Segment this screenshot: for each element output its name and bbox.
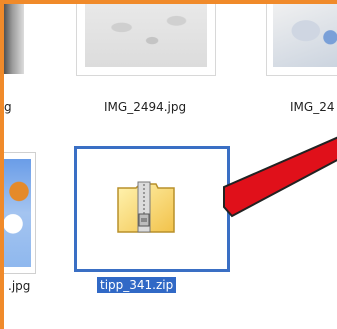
zip-folder-icon <box>116 180 176 234</box>
file-thumbnail-img-2494[interactable] <box>76 4 216 76</box>
file-browser-viewport: g IMG_2494.jpg IMG_24 .jpg tipp_341.zip <box>0 0 337 329</box>
red-arrow-annotation <box>223 136 337 218</box>
file-thumbnail-top-left[interactable] <box>4 4 24 74</box>
file-name-label: IMG_2494.jpg <box>104 100 187 114</box>
file-name-label: .jpg <box>8 279 31 293</box>
selected-file-name[interactable]: tipp_341.zip <box>97 277 177 293</box>
photo-thumbnail-image <box>4 159 31 267</box>
photo-thumbnail-image <box>85 4 207 67</box>
file-thumbnail-img-24[interactable] <box>266 4 337 76</box>
photo-thumbnail-image <box>4 4 24 74</box>
file-name-label: IMG_24 <box>290 100 335 114</box>
photo-thumbnail-image <box>273 4 337 67</box>
file-thumbnail-left[interactable] <box>4 152 36 274</box>
file-name-label: g <box>4 100 12 114</box>
